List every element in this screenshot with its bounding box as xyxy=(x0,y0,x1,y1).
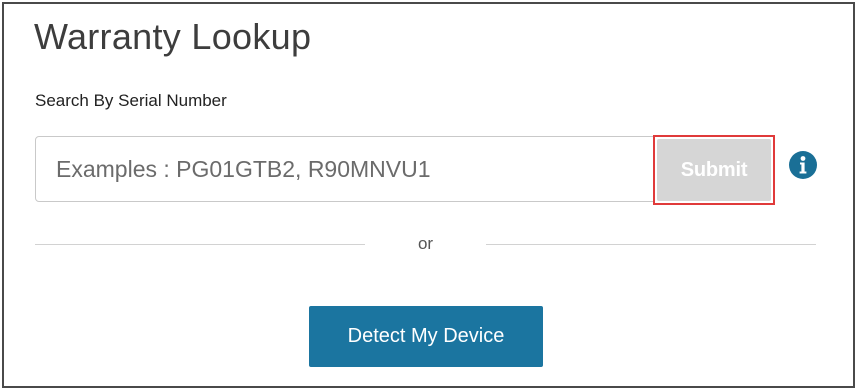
divider-left xyxy=(35,244,365,245)
or-separator: or xyxy=(417,234,434,253)
detect-my-device-button[interactable]: Detect My Device xyxy=(309,306,543,367)
info-glyph xyxy=(799,156,807,174)
submit-button[interactable]: Submit xyxy=(653,135,775,205)
detect-button-label: Detect My Device xyxy=(347,325,505,347)
serial-number-input[interactable] xyxy=(36,137,656,201)
info-icon[interactable] xyxy=(789,151,817,179)
search-label: Search By Serial Number xyxy=(35,91,227,110)
page-title: Warranty Lookup xyxy=(34,16,312,57)
divider-right xyxy=(486,244,816,245)
submit-button-label: Submit xyxy=(657,139,771,201)
